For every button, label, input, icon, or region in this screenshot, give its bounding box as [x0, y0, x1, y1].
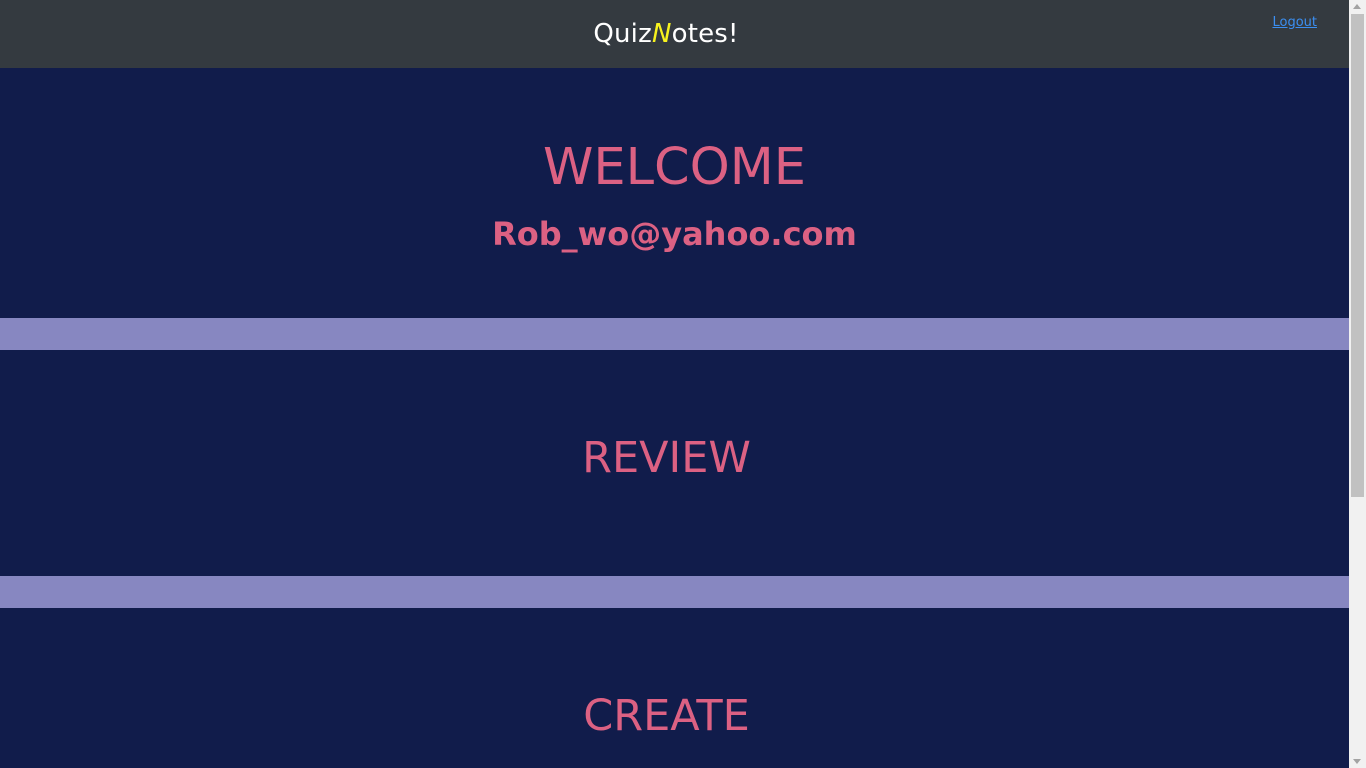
app-brand[interactable]: QuizNotes!: [0, 17, 1332, 51]
vertical-scrollbar[interactable]: [1349, 0, 1366, 768]
logout-link[interactable]: Logout: [1272, 14, 1317, 32]
welcome-title: WELCOME: [542, 138, 807, 197]
scroll-down-arrow-icon[interactable]: [1353, 759, 1361, 764]
user-email: Rob_wo@yahoo.com: [492, 215, 857, 253]
review-link[interactable]: REVIEW: [0, 432, 1333, 484]
scrollbar-thumb[interactable]: [1351, 14, 1364, 497]
create-link[interactable]: CREATE: [0, 690, 1333, 742]
section-divider: [0, 318, 1349, 350]
welcome-section: WELCOME Rob_wo@yahoo.com: [0, 68, 1349, 318]
section-divider: [0, 576, 1349, 608]
brand-suffix: otes!: [671, 19, 739, 49]
top-navbar: QuizNotes! Logout: [0, 0, 1349, 68]
brand-accent-letter: N: [651, 19, 672, 49]
page: QuizNotes! Logout WELCOME Rob_wo@yahoo.c…: [0, 0, 1349, 768]
brand-prefix: Quiz: [593, 19, 652, 49]
scroll-up-arrow-icon[interactable]: [1353, 4, 1361, 9]
